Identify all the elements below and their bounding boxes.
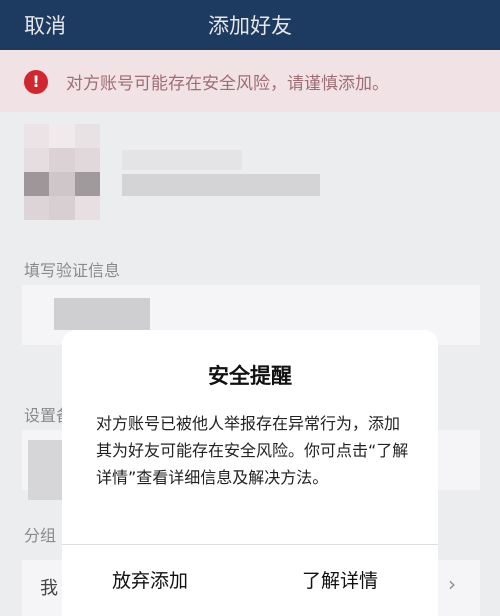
dialog-message: 对方账号已被他人举报存在异常行为，添加其为好友可能存在安全风险。你可点击“了解详…: [96, 414, 409, 487]
dialog-divider: [62, 544, 438, 545]
blurred-verify-text: [54, 298, 150, 330]
security-alert-dialog: 安全提醒 对方账号已被他人举报存在异常行为，添加其为好友可能存在安全风险。你可点…: [62, 330, 438, 616]
chevron-right-icon[interactable]: ›: [448, 572, 456, 596]
security-warning-text: 对方账号可能存在安全风险，请谨慎添加。: [66, 74, 389, 94]
verify-info-label: 填写验证信息: [24, 261, 121, 280]
avatar: [24, 124, 100, 220]
page-title: 添加好友: [208, 14, 292, 38]
blurred-nickname: [122, 150, 242, 170]
dialog-title: 安全提醒: [208, 364, 292, 388]
view-details-button[interactable]: 了解详情: [302, 566, 378, 593]
group-value: 我: [40, 578, 58, 599]
group-label: 分组: [24, 526, 57, 545]
abandon-add-button[interactable]: 放弃添加: [112, 566, 188, 593]
exclamation-icon: !: [24, 70, 48, 94]
blurred-account-id: [122, 174, 320, 196]
